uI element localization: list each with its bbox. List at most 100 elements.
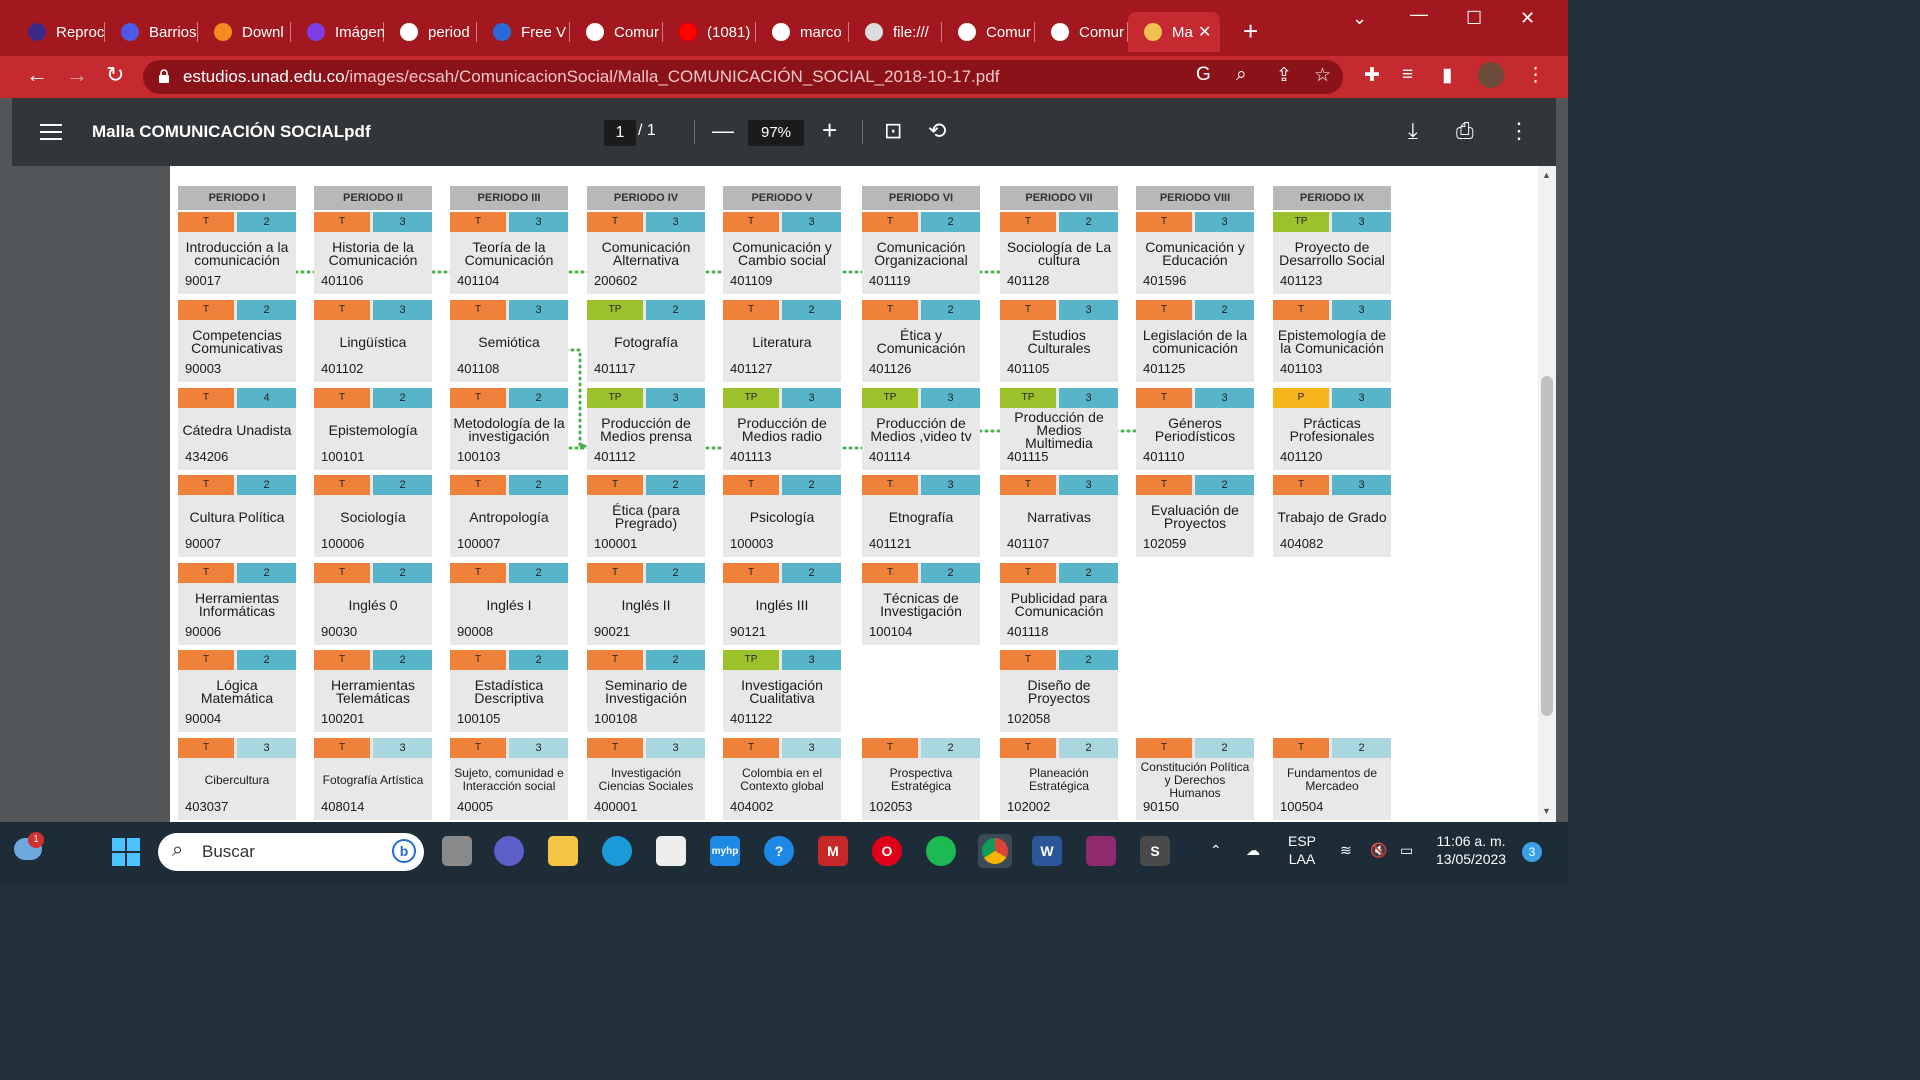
google-lens-icon[interactable]: G bbox=[1196, 64, 1211, 86]
zoom-out-minus-icon[interactable]: — bbox=[712, 118, 734, 144]
chrome-icon[interactable] bbox=[978, 834, 1012, 868]
pdf-viewer[interactable]: PERIODO I PERIODO II PERIODO III PERIODO IV… bbox=[12, 166, 1556, 822]
course-type-badge: T bbox=[1136, 738, 1192, 758]
minimize-icon[interactable]: — bbox=[1410, 4, 1428, 25]
tab-2[interactable]: Downl bbox=[198, 12, 291, 52]
scrollbar-thumb[interactable] bbox=[1541, 376, 1553, 716]
tab-1[interactable]: Barrios bbox=[105, 12, 198, 52]
help-icon[interactable]: ? bbox=[764, 836, 794, 866]
tab-3[interactable]: Imágen bbox=[291, 12, 384, 52]
tab-4[interactable]: period bbox=[384, 12, 477, 52]
more-options-icon[interactable]: ⋮ bbox=[1508, 118, 1530, 144]
course-badges: T2 bbox=[314, 475, 432, 497]
windows-start-icon[interactable] bbox=[112, 838, 140, 866]
zoom-level-input[interactable]: 97% bbox=[748, 120, 804, 146]
winrar-icon[interactable] bbox=[1086, 836, 1116, 866]
course-type-badge: T bbox=[314, 563, 370, 583]
myhp-icon[interactable]: myhp bbox=[710, 836, 740, 866]
wifi-icon[interactable]: ≋ bbox=[1340, 842, 1352, 859]
course-code: 403037 bbox=[185, 799, 229, 814]
tab-9[interactable]: file:/// bbox=[849, 12, 942, 52]
lock-icon[interactable] bbox=[158, 69, 170, 83]
chat-icon[interactable] bbox=[494, 836, 524, 866]
course-badges: T2 bbox=[314, 650, 432, 672]
tab-5[interactable]: Free V bbox=[477, 12, 570, 52]
tab-11[interactable]: Comur bbox=[1035, 12, 1128, 52]
tab-10[interactable]: Comur bbox=[942, 12, 1035, 52]
vertical-scrollbar[interactable]: ▲ ▼ bbox=[1538, 166, 1556, 822]
side-panel-icon[interactable]: ▮ bbox=[1442, 64, 1452, 87]
tab-12[interactable]: Ma ✕ bbox=[1128, 12, 1220, 52]
course-code: 90006 bbox=[185, 624, 222, 639]
course-name: Etnografía bbox=[888, 508, 954, 525]
course-name: Narrativas bbox=[1027, 508, 1091, 525]
course-card: T 2 Competencias Comunicativas 90003 bbox=[178, 300, 296, 382]
close-tab-icon[interactable]: ✕ bbox=[1198, 22, 1211, 42]
course-code: 434206 bbox=[185, 449, 229, 464]
course-card: T 2 Comunicación Organizacional 401119 bbox=[862, 212, 980, 294]
media-queue-icon[interactable]: ≡ bbox=[1402, 64, 1413, 86]
bing-icon[interactable]: b bbox=[392, 839, 416, 863]
course-type-badge: T bbox=[450, 650, 506, 670]
volume-muted-icon[interactable]: 🔇 bbox=[1370, 842, 1387, 859]
bookmark-star-icon[interactable]: ☆ bbox=[1314, 64, 1331, 87]
tab-search-chevron-icon[interactable]: ⌄ bbox=[1352, 8, 1367, 29]
course-card: T 2 Fundamentos de Mercadeo 100504 bbox=[1273, 738, 1391, 820]
course-credits-badge: 2 bbox=[1059, 563, 1118, 583]
address-bar[interactable]: estudios.unad.edu.co/images/ecsah/Comuni… bbox=[143, 60, 1343, 94]
course-code: 90150 bbox=[1143, 799, 1180, 814]
notification-badge[interactable]: 3 bbox=[1522, 842, 1542, 862]
course-code: 90004 bbox=[185, 711, 222, 726]
tab-8[interactable]: marco bbox=[756, 12, 849, 52]
scroll-up-arrow-icon[interactable]: ▲ bbox=[1542, 170, 1551, 180]
profile-avatar[interactable] bbox=[1478, 62, 1504, 88]
course-name: Planeación Estratégica bbox=[1028, 766, 1090, 793]
onedrive-cloud-icon[interactable]: ☁ bbox=[1246, 842, 1260, 859]
zoom-in-plus-icon[interactable]: + bbox=[822, 115, 837, 146]
opera-icon[interactable]: O bbox=[872, 836, 902, 866]
close-window-icon[interactable]: ✕ bbox=[1520, 8, 1535, 29]
windows-taskbar: 1 ⌕ Buscar b myhp ? M O W S ⌃ ☁ ESP LAA … bbox=[0, 822, 1568, 882]
extensions-puzzle-icon[interactable]: ✚ bbox=[1364, 64, 1380, 87]
clock[interactable]: 11:06 a. m. 13/05/2023 bbox=[1436, 832, 1506, 868]
store-icon[interactable] bbox=[656, 836, 686, 866]
page-number-input[interactable]: 1 bbox=[604, 120, 636, 146]
taskbar-search-box[interactable]: ⌕ Buscar b bbox=[158, 833, 424, 871]
back-arrow-icon[interactable]: ← bbox=[26, 62, 48, 88]
word-icon[interactable]: W bbox=[1032, 836, 1062, 866]
scroll-down-arrow-icon[interactable]: ▼ bbox=[1542, 806, 1551, 816]
language-indicator[interactable]: ESP LAA bbox=[1288, 832, 1316, 868]
course-type-badge: T bbox=[450, 212, 506, 232]
fit-page-icon[interactable]: ⊡ bbox=[884, 118, 902, 144]
menu-hamburger-icon[interactable] bbox=[40, 124, 62, 140]
tab-0[interactable]: Reproc bbox=[12, 12, 105, 52]
chevron-up-icon[interactable]: ⌃ bbox=[1210, 842, 1222, 859]
reload-icon[interactable]: ↻ bbox=[106, 62, 124, 88]
rotate-icon[interactable]: ⟲ bbox=[928, 118, 946, 144]
zoom-search-icon[interactable]: ⌕ bbox=[1236, 64, 1247, 86]
new-tab-plus-icon[interactable]: + bbox=[1243, 18, 1258, 44]
battery-icon[interactable]: ▭ bbox=[1400, 842, 1413, 859]
task-view-icon[interactable] bbox=[442, 836, 472, 866]
tab-title: Free V bbox=[521, 23, 567, 41]
maximize-icon[interactable]: ☐ bbox=[1466, 8, 1482, 29]
course-name: Prospectiva Estratégica bbox=[889, 766, 953, 793]
course-credits-badge: 2 bbox=[373, 475, 432, 495]
page-total: / 1 bbox=[638, 122, 656, 139]
share-icon[interactable]: ⇪ bbox=[1276, 64, 1292, 87]
print-icon[interactable]: ⎙ bbox=[1456, 118, 1474, 144]
course-code: 102002 bbox=[1007, 799, 1051, 814]
mcafee-icon[interactable]: M bbox=[818, 836, 848, 866]
file-explorer-icon[interactable] bbox=[548, 836, 578, 866]
edge-icon[interactable] bbox=[602, 836, 632, 866]
chrome-menu-icon[interactable]: ⋮ bbox=[1526, 64, 1545, 87]
sublime-icon[interactable]: S bbox=[1140, 836, 1170, 866]
tab-title: Barrios bbox=[149, 23, 197, 41]
course-card: TP 3 Proyecto de Desarrollo Social 401123 bbox=[1273, 212, 1391, 294]
forward-arrow-icon[interactable]: → bbox=[66, 62, 88, 88]
tab-7[interactable]: (1081) bbox=[663, 12, 756, 52]
download-icon[interactable]: ⤓ bbox=[1408, 118, 1418, 144]
spotify-icon[interactable] bbox=[926, 836, 956, 866]
lang-line1: ESP bbox=[1288, 833, 1317, 849]
tab-6[interactable]: Comur bbox=[570, 12, 663, 52]
